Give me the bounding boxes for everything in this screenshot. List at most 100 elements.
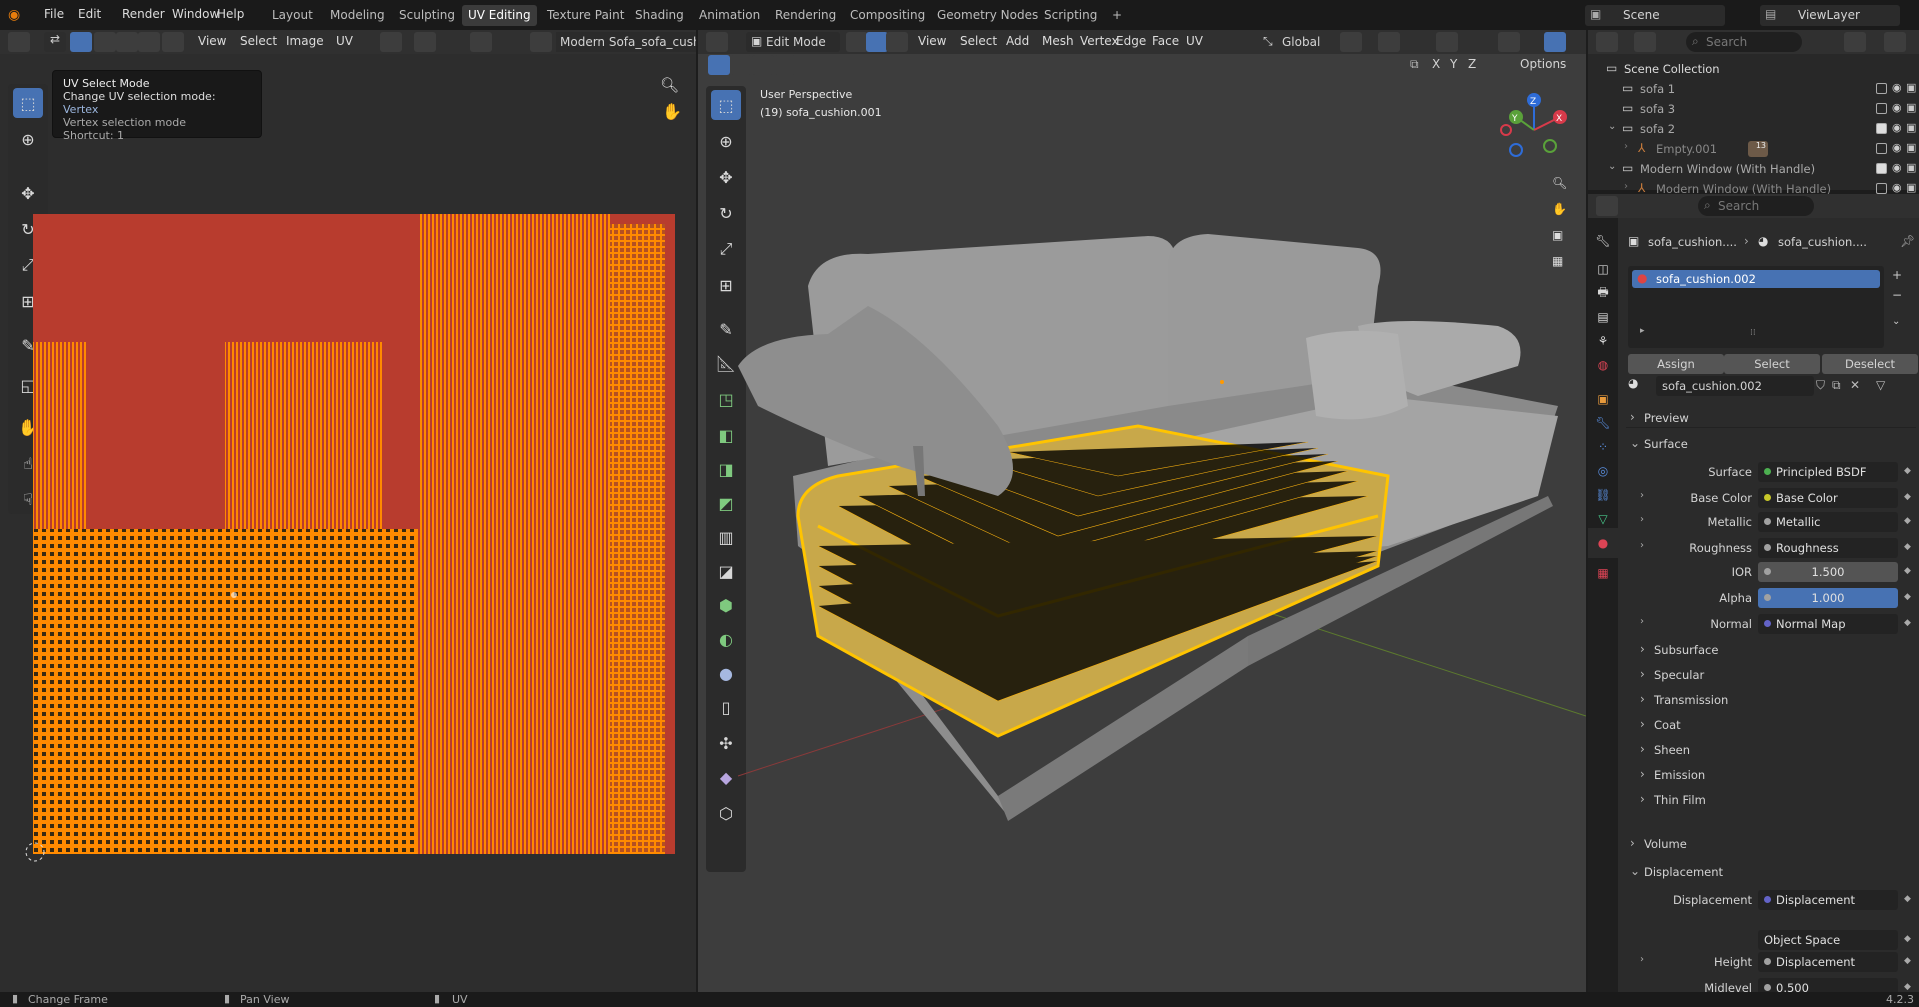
- slot-menu-icon[interactable]: ⌄: [1892, 316, 1900, 327]
- proportional-edit-icon[interactable]: [1436, 32, 1458, 52]
- material-name-field[interactable]: sofa_cushion.002: [1656, 376, 1814, 396]
- material-tab-icon[interactable]: ●: [1588, 528, 1618, 558]
- gizmo-icon[interactable]: [1544, 32, 1566, 52]
- expand-chevron-icon[interactable]: ⌄: [1608, 161, 1616, 172]
- snap-icon[interactable]: [414, 32, 436, 52]
- image-browse-icon[interactable]: [530, 32, 552, 52]
- mirror-icon[interactable]: ⧉: [1410, 57, 1419, 72]
- viewport-menu-add[interactable]: Add: [1006, 34, 1029, 48]
- sofa-scene[interactable]: [698, 76, 1586, 992]
- keyframe-dot-icon[interactable]: ◆: [1904, 542, 1911, 552]
- pin-icon[interactable]: 📌︎: [1900, 234, 1915, 248]
- visibility-eye-icon[interactable]: ◉: [1892, 121, 1902, 134]
- resize-handle-icon[interactable]: ⁞⁞: [1750, 328, 1756, 338]
- render-camera-icon[interactable]: ▣: [1906, 81, 1916, 94]
- exclude-checkbox[interactable]: [1876, 123, 1887, 134]
- zoom-icon[interactable]: 🔍︎: [660, 76, 679, 94]
- blender-logo-icon[interactable]: ◉: [8, 7, 26, 23]
- tab-layout[interactable]: Layout: [266, 5, 319, 26]
- expand-chevron-icon[interactable]: ›: [1624, 181, 1628, 192]
- prop-field-metallic[interactable]: Metallic: [1758, 512, 1898, 532]
- tab-compositing[interactable]: Compositing: [844, 5, 931, 26]
- filter-icon[interactable]: [1844, 32, 1866, 52]
- edge-select-icon[interactable]: [866, 32, 888, 52]
- outliner-row[interactable]: ⌄ ▭ Modern Window (With Handle) ◉ ▣: [1588, 160, 1919, 178]
- render-camera-icon[interactable]: ▣: [1906, 101, 1916, 114]
- keyframe-dot-icon[interactable]: ◆: [1904, 618, 1911, 628]
- material-browse-icon[interactable]: ◕: [1628, 376, 1652, 396]
- menu-help[interactable]: Help: [217, 7, 244, 21]
- face-select-icon[interactable]: [886, 32, 908, 52]
- expand-chevron-icon[interactable]: ›: [1624, 141, 1628, 152]
- editor-type-icon[interactable]: [1596, 196, 1618, 216]
- navigation-gizmo[interactable]: Z X Y: [1494, 90, 1574, 170]
- visibility-eye-icon[interactable]: ◉: [1892, 161, 1902, 174]
- perspective-toggle-icon[interactable]: ▦: [1552, 254, 1563, 268]
- tab-shading[interactable]: Shading: [629, 5, 690, 26]
- menu-edit[interactable]: Edit: [78, 7, 101, 21]
- viewport-menu-mesh[interactable]: Mesh: [1042, 34, 1074, 48]
- exclude-checkbox[interactable]: [1876, 83, 1887, 94]
- uv-island-mode-icon[interactable]: [138, 32, 160, 52]
- socket-expand-icon[interactable]: ›: [1640, 540, 1644, 551]
- keyframe-dot-icon[interactable]: ◆: [1904, 566, 1911, 576]
- menu-file[interactable]: File: [44, 7, 64, 21]
- select-mode-subtract-icon[interactable]: [752, 55, 774, 75]
- subpanel-specular[interactable]: › Specular: [1636, 665, 1916, 685]
- outliner-row[interactable]: ▭ sofa 1 ◉ ▣: [1588, 80, 1919, 98]
- exclude-checkbox[interactable]: [1876, 103, 1887, 114]
- deselect-button[interactable]: Deselect: [1822, 354, 1918, 374]
- outliner-row[interactable]: ▭ sofa 3 ◉ ▣: [1588, 100, 1919, 118]
- select-mode-new-icon[interactable]: [708, 55, 730, 75]
- orientation-selector[interactable]: ⤡ Global: [1260, 32, 1332, 52]
- viewport-menu-vertex[interactable]: Vertex: [1080, 34, 1119, 48]
- uv-edge-mode-icon[interactable]: [94, 32, 116, 52]
- snap-icon[interactable]: [1378, 32, 1400, 52]
- select-mode-extend-icon[interactable]: [730, 55, 752, 75]
- modifier-badge[interactable]: 13: [1748, 141, 1768, 157]
- scene-selector[interactable]: ▣ Scene: [1585, 5, 1725, 26]
- select-mode-intersect-icon[interactable]: [774, 55, 796, 75]
- disp-field[interactable]: Object Space: [1758, 930, 1898, 950]
- tab-rendering[interactable]: Rendering: [769, 5, 842, 26]
- disp-field[interactable]: Displacement: [1758, 952, 1898, 972]
- outliner-search[interactable]: ⌕ Search: [1686, 32, 1802, 52]
- volume-panel[interactable]: › Volume: [1626, 834, 1916, 854]
- tab-sculpting[interactable]: Sculpting: [393, 5, 461, 26]
- prop-field-normal[interactable]: Normal Map: [1758, 614, 1898, 634]
- keyframe-dot-icon[interactable]: ◆: [1904, 492, 1911, 502]
- render-camera-icon[interactable]: ▣: [1906, 181, 1916, 194]
- uv-menu-view[interactable]: View: [198, 34, 226, 48]
- select-button[interactable]: Select: [1724, 354, 1820, 374]
- uv-face-mode-icon[interactable]: [116, 32, 138, 52]
- keyframe-dot-icon[interactable]: ◆: [1904, 466, 1911, 476]
- mirror-x[interactable]: X: [1432, 57, 1440, 71]
- tab-scripting[interactable]: Scripting: [1038, 5, 1103, 26]
- visibility-icon[interactable]: [1498, 32, 1520, 52]
- displacement-panel-header[interactable]: ⌄ Displacement: [1626, 862, 1916, 882]
- menu-render[interactable]: Render: [122, 7, 165, 21]
- new-collection-icon[interactable]: [1884, 32, 1906, 52]
- socket-expand-icon[interactable]: ›: [1640, 490, 1644, 501]
- editor-type-icon[interactable]: [1596, 32, 1618, 52]
- viewport-menu-edge[interactable]: Edge: [1116, 34, 1146, 48]
- viewport-menu-view[interactable]: View: [918, 34, 946, 48]
- pivot-icon[interactable]: [380, 32, 402, 52]
- mode-selector[interactable]: ▣ Edit Mode: [746, 32, 840, 52]
- browse-node-icon[interactable]: ▽: [1876, 378, 1885, 392]
- editor-type-icon[interactable]: [8, 32, 30, 52]
- surface-panel-header[interactable]: ⌄ Surface: [1626, 434, 1916, 454]
- keyframe-dot-icon[interactable]: ◆: [1904, 894, 1911, 904]
- expand-chevron-icon[interactable]: ⌄: [1608, 121, 1616, 132]
- pivot-icon[interactable]: [1340, 32, 1362, 52]
- properties-search[interactable]: ⌕ Search: [1698, 196, 1814, 216]
- material-slot-list[interactable]: ● sofa_cushion.002 ▸ ⁞⁞: [1628, 266, 1884, 348]
- keyframe-dot-icon[interactable]: ◆: [1904, 934, 1911, 944]
- tool-tab-icon[interactable]: 🔧︎: [1588, 226, 1618, 256]
- keyframe-dot-icon[interactable]: ◆: [1904, 592, 1911, 602]
- add-workspace-button[interactable]: +: [1106, 5, 1128, 26]
- render-camera-icon[interactable]: ▣: [1906, 121, 1916, 134]
- prop-field-ior[interactable]: 1.500: [1758, 562, 1898, 582]
- subpanel-emission[interactable]: › Emission: [1636, 765, 1916, 785]
- subpanel-sheen[interactable]: › Sheen: [1636, 740, 1916, 760]
